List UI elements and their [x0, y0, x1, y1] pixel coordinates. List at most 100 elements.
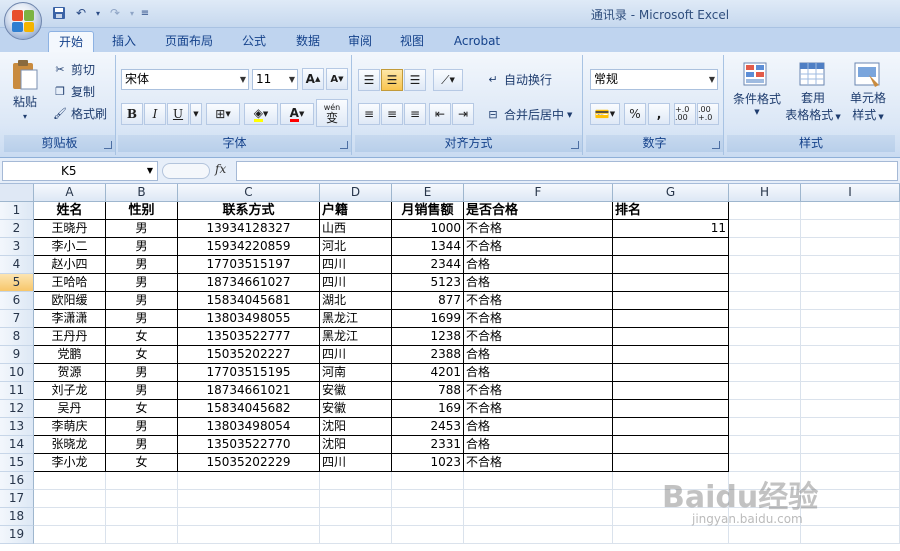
- increase-decimal-button[interactable]: +.0 .00: [674, 103, 696, 125]
- table-cell[interactable]: 沈阳: [320, 418, 392, 436]
- row-header-3[interactable]: 3: [0, 238, 34, 256]
- grid-cell[interactable]: [613, 526, 729, 544]
- grid-cell[interactable]: [801, 346, 900, 364]
- table-cell[interactable]: 四川: [320, 346, 392, 364]
- phonetic-button[interactable]: wén 变: [316, 99, 348, 127]
- column-header-c[interactable]: C: [178, 184, 320, 202]
- tab-page-layout[interactable]: 页面布局: [155, 31, 223, 52]
- table-cell[interactable]: 788: [392, 382, 464, 400]
- table-cell[interactable]: 李小龙: [34, 454, 106, 472]
- conditional-format-button[interactable]: 条件格式 ▼: [729, 61, 785, 116]
- table-cell[interactable]: 不合格: [464, 328, 613, 346]
- grid-cell[interactable]: [178, 508, 320, 526]
- grid-cell[interactable]: [801, 202, 900, 220]
- row-header-8[interactable]: 8: [0, 328, 34, 346]
- table-cell[interactable]: 刘子龙: [34, 382, 106, 400]
- table-cell[interactable]: 13503522770: [178, 436, 320, 454]
- table-cell[interactable]: 四川: [320, 454, 392, 472]
- header-cell[interactable]: 是否合格: [464, 202, 613, 220]
- table-cell[interactable]: 11: [613, 220, 729, 238]
- table-cell[interactable]: 男: [106, 382, 178, 400]
- paste-button[interactable]: 粘贴 ▾: [10, 59, 40, 121]
- table-cell[interactable]: 男: [106, 436, 178, 454]
- header-cell[interactable]: 排名: [613, 202, 729, 220]
- alignment-launcher-icon[interactable]: [571, 141, 579, 149]
- table-cell[interactable]: 877: [392, 292, 464, 310]
- header-cell[interactable]: 月销售额: [392, 202, 464, 220]
- row-header-2[interactable]: 2: [0, 220, 34, 238]
- table-cell[interactable]: 17703515195: [178, 364, 320, 382]
- grid-cell[interactable]: [106, 508, 178, 526]
- grid-cell[interactable]: [320, 490, 392, 508]
- grid-cell[interactable]: [729, 526, 801, 544]
- row-header-10[interactable]: 10: [0, 364, 34, 382]
- row-header-6[interactable]: 6: [0, 292, 34, 310]
- grid-cell[interactable]: [178, 526, 320, 544]
- table-cell[interactable]: [613, 346, 729, 364]
- table-cell[interactable]: 2388: [392, 346, 464, 364]
- grid-cell[interactable]: [801, 526, 900, 544]
- row-header-16[interactable]: 16: [0, 472, 34, 490]
- align-bottom-button[interactable]: ☰: [404, 69, 426, 91]
- table-cell[interactable]: 15834045681: [178, 292, 320, 310]
- table-cell[interactable]: 男: [106, 256, 178, 274]
- table-cell[interactable]: 李小二: [34, 238, 106, 256]
- fill-color-button[interactable]: ◈ ▼: [244, 103, 278, 125]
- grid-cell[interactable]: [801, 364, 900, 382]
- grid-cell[interactable]: [729, 328, 801, 346]
- office-button[interactable]: [4, 2, 42, 40]
- grid-cell[interactable]: [729, 400, 801, 418]
- table-cell[interactable]: 吴丹: [34, 400, 106, 418]
- row-header-9[interactable]: 9: [0, 346, 34, 364]
- font-size-select[interactable]: 11 ▼: [252, 69, 298, 90]
- table-cell[interactable]: [613, 292, 729, 310]
- grid-cell[interactable]: [320, 526, 392, 544]
- select-all-button[interactable]: [0, 184, 34, 202]
- table-cell[interactable]: 合格: [464, 274, 613, 292]
- table-cell[interactable]: 张晓龙: [34, 436, 106, 454]
- table-cell[interactable]: 四川: [320, 274, 392, 292]
- table-cell[interactable]: [613, 418, 729, 436]
- table-cell[interactable]: 合格: [464, 436, 613, 454]
- align-top-button[interactable]: ☰: [358, 69, 380, 91]
- table-cell[interactable]: 党鹏: [34, 346, 106, 364]
- table-cell[interactable]: [613, 382, 729, 400]
- column-header-g[interactable]: G: [613, 184, 729, 202]
- table-cell[interactable]: 黑龙江: [320, 328, 392, 346]
- align-right-button[interactable]: ≡: [404, 103, 426, 125]
- grid-cell[interactable]: [34, 472, 106, 490]
- table-cell[interactable]: 安徽: [320, 382, 392, 400]
- align-center-button[interactable]: ≡: [381, 103, 403, 125]
- borders-button[interactable]: ⊞ ▼: [206, 103, 240, 125]
- column-header-d[interactable]: D: [320, 184, 392, 202]
- table-cell[interactable]: 15035202229: [178, 454, 320, 472]
- table-cell[interactable]: 男: [106, 364, 178, 382]
- table-cell[interactable]: 13803498054: [178, 418, 320, 436]
- table-cell[interactable]: [613, 256, 729, 274]
- table-cell[interactable]: 1699: [392, 310, 464, 328]
- underline-dropdown-icon[interactable]: ▼: [190, 103, 202, 125]
- table-cell[interactable]: 不合格: [464, 310, 613, 328]
- table-cell[interactable]: 河北: [320, 238, 392, 256]
- grid-cell[interactable]: [729, 202, 801, 220]
- table-cell[interactable]: 不合格: [464, 454, 613, 472]
- grid-cell[interactable]: [729, 364, 801, 382]
- cut-button[interactable]: ✂ 剪切: [52, 61, 95, 78]
- row-header-18[interactable]: 18: [0, 508, 34, 526]
- italic-button[interactable]: I: [144, 103, 166, 125]
- align-left-button[interactable]: ≡: [358, 103, 380, 125]
- table-cell[interactable]: 17703515197: [178, 256, 320, 274]
- decrease-decimal-button[interactable]: .00 +.0: [697, 103, 719, 125]
- grid-cell[interactable]: [729, 346, 801, 364]
- table-cell[interactable]: [613, 454, 729, 472]
- row-header-14[interactable]: 14: [0, 436, 34, 454]
- table-cell[interactable]: 18734661027: [178, 274, 320, 292]
- grow-font-button[interactable]: A ▲: [302, 68, 324, 90]
- grid-cell[interactable]: [320, 472, 392, 490]
- row-header-13[interactable]: 13: [0, 418, 34, 436]
- table-cell[interactable]: 1238: [392, 328, 464, 346]
- table-cell[interactable]: 男: [106, 292, 178, 310]
- grid-cell[interactable]: [801, 238, 900, 256]
- table-cell[interactable]: 山西: [320, 220, 392, 238]
- grid-cell[interactable]: [392, 472, 464, 490]
